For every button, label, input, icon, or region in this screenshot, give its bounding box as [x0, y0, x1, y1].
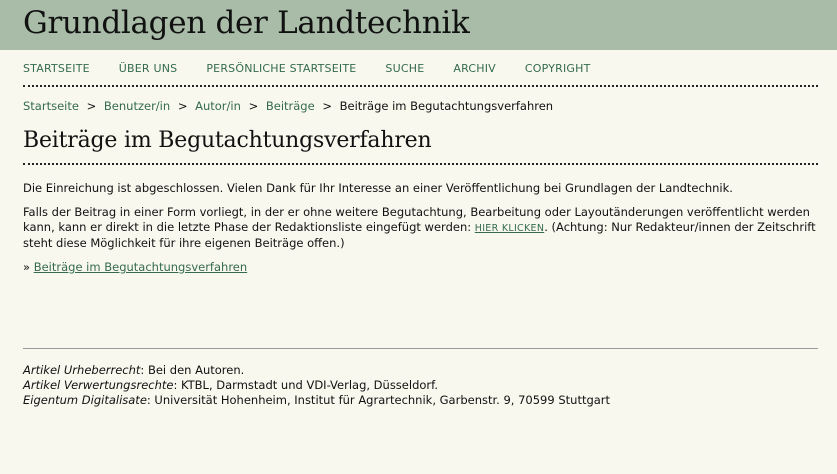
site-title: Grundlagen der Landtechnik [23, 5, 470, 41]
breadcrumb-benutzer[interactable]: Benutzer/in [104, 99, 170, 113]
footer-value: : Bei den Autoren. [140, 363, 245, 377]
confirmation-paragraph: Die Einreichung ist abgeschlossen. Viele… [23, 181, 733, 195]
nav-startseite[interactable]: Startseite [23, 62, 90, 75]
footer-value: : KTBL, Darmstadt und VDI-Verlag, Düssel… [173, 378, 439, 392]
footer-label: Artikel Verwertungsrechte [23, 378, 174, 392]
breadcrumb-startseite[interactable]: Startseite [23, 99, 79, 113]
footer-line-rights: Artikel Verwertungsrechte: KTBL, Darmsta… [23, 378, 818, 393]
footer: Artikel Urheberrecht: Bei den Autoren. A… [23, 348, 818, 408]
footer-value: : Universität Hohenheim, Institut für Ag… [146, 393, 611, 407]
footer-line-ownership: Eigentum Digitalisate: Universität Hohen… [23, 393, 818, 408]
nav-copyright[interactable]: Copyright [525, 62, 591, 75]
breadcrumb-separator: > [248, 99, 259, 113]
page-title: Beiträge im Begutachtungsverfahren [23, 128, 818, 165]
breadcrumb-separator: > [86, 99, 97, 113]
back-link-row: » Beiträge im Begutachtungsverfahren [23, 260, 818, 275]
breadcrumb-beitraege[interactable]: Beiträge [266, 99, 315, 113]
site-header: Grundlagen der Landtechnik [0, 0, 837, 50]
breadcrumb-separator: > [177, 99, 188, 113]
breadcrumb: Startseite > Benutzer/in > Autor/in > Be… [23, 99, 818, 113]
info-paragraph: Falls der Beitrag in einer Form vorliegt… [23, 205, 818, 251]
footer-label: Eigentum Digitalisate [23, 393, 147, 407]
footer-line-copyright: Artikel Urheberrecht: Bei den Autoren. [23, 363, 818, 378]
footer-label: Artikel Urheberrecht [23, 363, 141, 377]
main-nav: Startseite Über uns Persönliche Startsei… [23, 50, 818, 87]
back-to-review-link[interactable]: Beiträge im Begutachtungsverfahren [34, 260, 247, 274]
breadcrumb-autor[interactable]: Autor/in [195, 99, 241, 113]
bullet-glyph: » [23, 260, 31, 274]
nav-suche[interactable]: Suche [385, 62, 424, 75]
breadcrumb-current: Beiträge im Begutachtungsverfahren [339, 99, 554, 113]
nav-ueber-uns[interactable]: Über uns [119, 62, 178, 75]
nav-archiv[interactable]: Archiv [453, 62, 496, 75]
main-content: Die Einreichung ist abgeschlossen. Viele… [23, 181, 818, 275]
hier-klicken-link[interactable]: HIER KLICKEN [475, 223, 544, 234]
nav-persoenliche-startseite[interactable]: Persönliche Startseite [206, 62, 356, 75]
breadcrumb-separator: > [322, 99, 332, 113]
